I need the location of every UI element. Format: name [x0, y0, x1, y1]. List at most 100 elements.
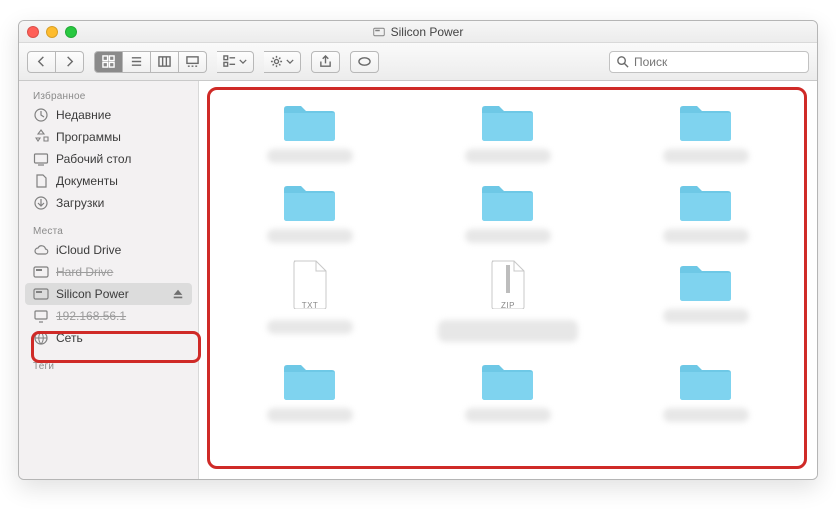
- folder-icon: [678, 358, 734, 402]
- group-button[interactable]: [217, 51, 254, 73]
- minimize-button[interactable]: [46, 26, 58, 38]
- sidebar-item-silicon-power[interactable]: Silicon Power: [25, 283, 192, 305]
- columns-icon: [158, 55, 171, 68]
- sidebar-item-network-host[interactable]: 192.168.56.1: [19, 305, 198, 327]
- item-label-blurred: [438, 320, 578, 342]
- grid-item[interactable]: [631, 259, 781, 342]
- sidebar-item-network[interactable]: Сеть: [19, 327, 198, 349]
- content-area[interactable]: TXT ZIP: [199, 81, 817, 479]
- item-label-blurred: [267, 320, 353, 334]
- grid-item[interactable]: [433, 99, 583, 163]
- sidebar-item-icloud[interactable]: iCloud Drive: [19, 239, 198, 261]
- maximize-button[interactable]: [65, 26, 77, 38]
- icon-grid: TXT ZIP: [221, 99, 795, 422]
- item-label-blurred: [465, 229, 551, 243]
- item-label-blurred: [267, 408, 353, 422]
- nav-buttons: [27, 51, 84, 73]
- folder-icon: [282, 179, 338, 223]
- sidebar-item-label: Рабочий стол: [56, 152, 131, 166]
- window-body: Избранное Недавние Программы Рабочий сто…: [19, 81, 817, 479]
- view-columns-button[interactable]: [151, 51, 179, 73]
- folder-icon: [678, 179, 734, 223]
- view-icons-button[interactable]: [94, 51, 123, 73]
- grid-item[interactable]: ZIP: [433, 259, 583, 342]
- forward-button[interactable]: [56, 51, 84, 73]
- sidebar-item-applications[interactable]: Программы: [19, 126, 198, 148]
- share-icon: [319, 55, 332, 68]
- tag-icon: [358, 55, 371, 68]
- item-label-blurred: [663, 408, 749, 422]
- grid-icon: [102, 55, 115, 68]
- group-icon: [223, 55, 236, 68]
- window-title: Silicon Power: [391, 25, 464, 39]
- folder-icon: [678, 99, 734, 143]
- search-field[interactable]: [609, 51, 809, 73]
- gear-icon: [270, 55, 283, 68]
- item-label-blurred: [663, 309, 749, 323]
- search-input[interactable]: [634, 55, 802, 69]
- grid-item[interactable]: [433, 179, 583, 243]
- sidebar-item-label: Hard Drive: [56, 265, 113, 279]
- grid-item[interactable]: [433, 358, 583, 422]
- folder-icon: [282, 99, 338, 143]
- close-button[interactable]: [27, 26, 39, 38]
- action-menu: [264, 51, 301, 73]
- disk-icon: [33, 286, 49, 302]
- item-label-blurred: [663, 149, 749, 163]
- folder-icon: [282, 358, 338, 402]
- window-controls: [27, 26, 77, 38]
- folder-icon: [678, 259, 734, 303]
- item-label-blurred: [663, 229, 749, 243]
- sidebar-item-label: Программы: [56, 130, 121, 144]
- grid-item[interactable]: [235, 99, 385, 163]
- chevron-down-icon: [239, 55, 247, 68]
- sidebar-item-desktop[interactable]: Рабочий стол: [19, 148, 198, 170]
- grid-item[interactable]: TXT: [235, 259, 385, 342]
- section-favorites: Избранное: [19, 87, 198, 104]
- action-button[interactable]: [264, 51, 301, 73]
- grid-item[interactable]: [235, 358, 385, 422]
- grid-item[interactable]: [631, 179, 781, 243]
- finder-window: Silicon Power: [18, 20, 818, 480]
- folder-icon: [480, 358, 536, 402]
- sidebar-item-label: iCloud Drive: [56, 243, 121, 257]
- item-label-blurred: [267, 149, 353, 163]
- search-icon: [616, 55, 629, 68]
- view-mode-group: [94, 51, 207, 73]
- view-gallery-button[interactable]: [179, 51, 207, 73]
- sidebar-item-recents[interactable]: Недавние: [19, 104, 198, 126]
- cloud-icon: [33, 242, 49, 258]
- sidebar-item-documents[interactable]: Документы: [19, 170, 198, 192]
- toolbar: [19, 43, 817, 81]
- eject-icon[interactable]: [172, 288, 184, 300]
- back-button[interactable]: [27, 51, 56, 73]
- chevron-down-icon: [286, 55, 294, 68]
- sidebar: Избранное Недавние Программы Рабочий сто…: [19, 81, 199, 479]
- window-title-group: Silicon Power: [373, 25, 464, 39]
- desktop-icon: [33, 151, 49, 167]
- sidebar-item-label: Сеть: [56, 331, 83, 345]
- grid-item[interactable]: [235, 179, 385, 243]
- folder-icon: [480, 179, 536, 223]
- item-label-blurred: [465, 149, 551, 163]
- share-button[interactable]: [311, 51, 340, 73]
- view-list-button[interactable]: [123, 51, 151, 73]
- file-ext-label: ZIP: [501, 301, 515, 310]
- sidebar-item-downloads[interactable]: Загрузки: [19, 192, 198, 214]
- section-tags: Теги: [19, 357, 198, 374]
- list-icon: [130, 55, 143, 68]
- grid-item[interactable]: [631, 99, 781, 163]
- folder-icon: [480, 99, 536, 143]
- sidebar-item-label: Недавние: [56, 108, 111, 122]
- documents-icon: [33, 173, 49, 189]
- group-menu: [217, 51, 254, 73]
- titlebar: Silicon Power: [19, 21, 817, 43]
- grid-item[interactable]: [631, 358, 781, 422]
- tags-button[interactable]: [350, 51, 379, 73]
- sidebar-item-harddrive[interactable]: Hard Drive: [19, 261, 198, 283]
- clock-icon: [33, 107, 49, 123]
- display-icon: [33, 308, 49, 324]
- chevron-right-icon: [63, 55, 76, 68]
- sidebar-item-label: Silicon Power: [56, 287, 129, 301]
- gallery-icon: [186, 55, 199, 68]
